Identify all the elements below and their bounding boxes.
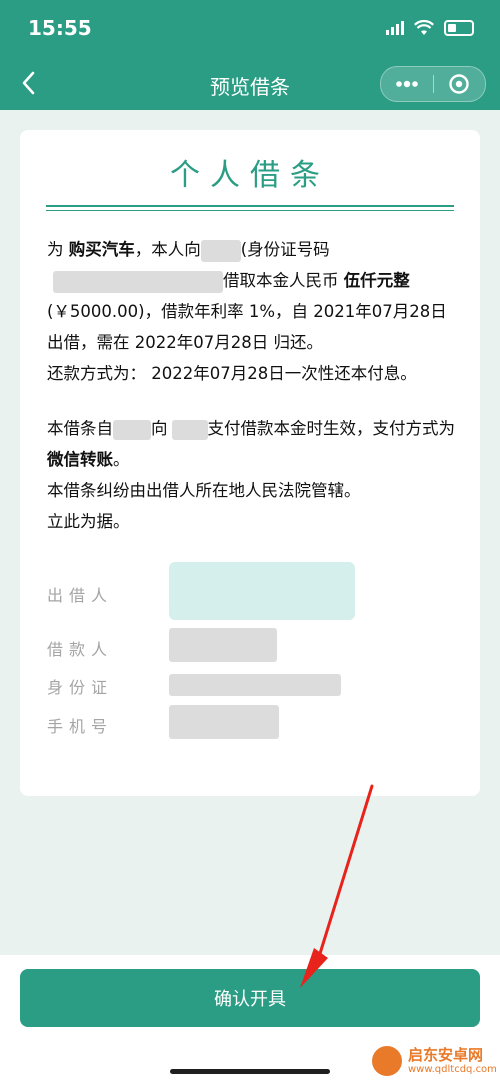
effect-paragraph: 本借条自 向 支付借款本金时生效，支付方式为 微信转账。 本借条纠纷由出借人所在地人… <box>47 413 457 537</box>
home-indicator <box>170 1069 330 1074</box>
text: (身份证号码 <box>240 240 330 259</box>
redacted-id-number <box>53 270 223 293</box>
close-miniprogram-button[interactable] <box>434 67 486 101</box>
text: 支付借款本金时生效，支付方式为 <box>207 419 456 438</box>
loan-amount: (￥5000.00) <box>47 302 145 321</box>
repayment-method: 还款方式为： 2022年07月28日一次性还本付息。 <box>47 364 417 383</box>
title-divider <box>46 205 454 207</box>
watermark-name: 启东安卓网 <box>408 1045 484 1064</box>
loan-purpose: 购买汽车 <box>68 240 135 259</box>
wifi-icon <box>414 20 434 35</box>
target-icon <box>449 74 469 94</box>
text: 本借条自 <box>47 419 113 438</box>
text: 为 <box>47 240 69 259</box>
more-dots-icon <box>395 80 418 88</box>
document-title: 个人借条 <box>170 158 330 193</box>
more-button[interactable] <box>381 67 433 101</box>
loan-terms-paragraph: 为 购买汽车，本人向 (身份证号码借取本金人民币 伍仟元整(￥5000.00)，借… <box>47 234 457 389</box>
redacted-lender-name <box>200 239 241 262</box>
text: 。 <box>113 450 130 469</box>
id-number-label: 身份证 <box>47 678 114 697</box>
payment-method: 微信转账 <box>47 450 113 469</box>
site-watermark: 启东安卓网 www.qdltcdq.com <box>372 1046 497 1076</box>
status-time: 15:55 <box>28 16 92 40</box>
miniprogram-capsule <box>380 66 486 102</box>
borrower-label: 借款人 <box>47 640 114 659</box>
text: 借取本金人民币 <box>223 271 344 290</box>
confirm-issue-button[interactable]: 确认开具 <box>20 969 480 1027</box>
id-number-redacted <box>169 674 341 696</box>
watermark-url: www.qdltcdq.com <box>408 1063 497 1075</box>
status-bar: 15:55 <box>0 0 500 58</box>
iou-document-card: 个人借条 为 购买汽车，本人向 (身份证号码借取本金人民币 伍仟元整 (￥5000.… <box>20 130 480 796</box>
text: 向 <box>151 419 168 438</box>
redacted-name <box>171 419 208 440</box>
signal-icon <box>386 21 404 35</box>
watermark-logo-icon <box>372 1046 402 1076</box>
title-divider-thin <box>46 210 454 211</box>
battery-icon <box>444 20 474 36</box>
phone-number-redacted <box>169 705 279 739</box>
status-icons <box>386 20 474 36</box>
jurisdiction-clause: 本借条纠纷由出借人所在地人民法院管辖。 <box>47 481 361 500</box>
closing-statement: 立此为据。 <box>47 512 130 531</box>
borrower-name-redacted <box>169 628 277 662</box>
redacted-name <box>113 419 151 440</box>
lender-signature-box[interactable] <box>169 562 355 620</box>
lender-label: 出借人 <box>47 586 114 605</box>
loan-amount-chinese: 伍仟元整 <box>343 271 410 290</box>
phone-label: 手机号 <box>47 717 114 736</box>
nav-bar: 预览借条 <box>0 58 500 110</box>
text: ，本人向 <box>134 240 201 259</box>
